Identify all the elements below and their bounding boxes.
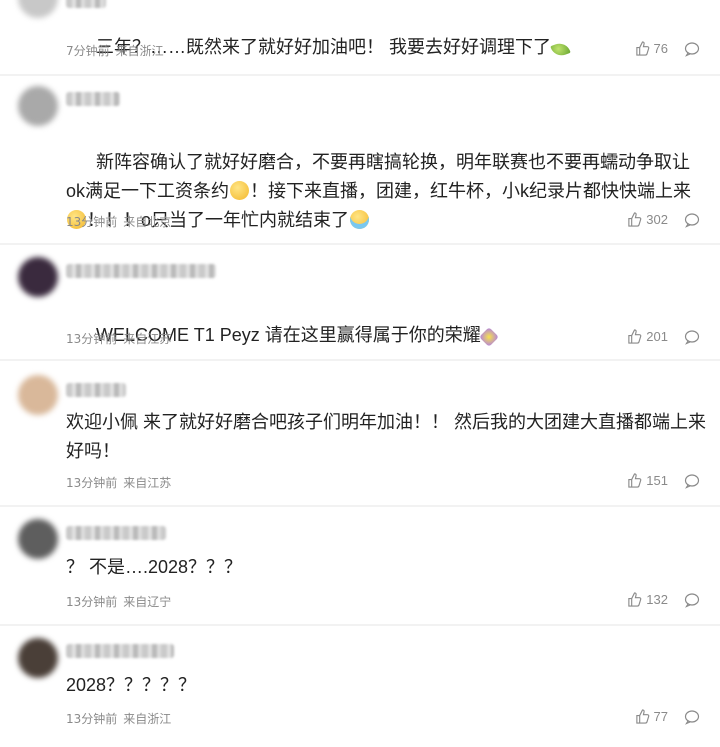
username[interactable]: [66, 383, 126, 397]
like-button[interactable]: 132: [627, 592, 668, 607]
reply-icon[interactable]: [684, 329, 700, 345]
thumbs-up-icon: [635, 709, 649, 724]
like-button[interactable]: 76: [635, 41, 668, 56]
like-button[interactable]: 151: [627, 473, 668, 488]
comment-time: 13分钟前: [66, 215, 118, 229]
avatar[interactable]: [18, 257, 58, 297]
thumbs-up-icon: [628, 473, 642, 488]
thumbs-up-icon: [628, 212, 642, 227]
reply-icon[interactable]: [684, 212, 700, 228]
reply-icon[interactable]: [684, 592, 700, 608]
reply-icon[interactable]: [684, 709, 700, 725]
comment-location: 来自辽宁: [123, 595, 172, 609]
comment-meta: 13分钟前 来自北京: [66, 213, 171, 230]
crying-emoji: [350, 210, 370, 229]
username[interactable]: [66, 92, 120, 106]
thumbs-up-icon: [635, 41, 649, 56]
comment-meta: 13分钟前 来自辽宁: [66, 593, 171, 610]
comment-time: 13分钟前: [66, 476, 118, 490]
comment-time: 13分钟前: [66, 332, 118, 346]
thumbs-up-icon: [628, 592, 642, 607]
avatar[interactable]: [18, 519, 58, 559]
comment-location: 来自浙江: [123, 712, 172, 726]
avatar[interactable]: [18, 638, 58, 678]
comment-item: 2028？？？？？ 13分钟前 来自浙江 77: [0, 626, 720, 747]
avatar[interactable]: [18, 0, 58, 18]
comment-text: 2028？？？？？: [66, 675, 197, 695]
like-count: 132: [646, 592, 668, 607]
comment-meta: 13分钟前 来自江苏: [66, 474, 171, 491]
comment-time: 7分钟前: [66, 44, 110, 58]
comment-location: 来自江苏: [123, 332, 172, 346]
comment-location: 来自北京: [123, 215, 172, 229]
comment-meta: 13分钟前 来自浙江: [66, 710, 171, 727]
comment-item: 欢迎小佩 来了就好好磨合吧孩子们明年加油！！ 然后我的大团建大直播都端上来好吗！…: [0, 361, 720, 505]
comment-meta: 13分钟前 来自江苏: [66, 330, 171, 347]
comment-text: 欢迎小佩 来了就好好磨合吧孩子们明年加油！！ 然后我的大团建大直播都端上来好吗！: [66, 412, 706, 461]
avatar[interactable]: [18, 86, 58, 126]
comment-item: WELCOME T1 Peyz 请在这里赢得属于你的荣耀 13分钟前 来自江苏 …: [0, 245, 720, 359]
comment-text: ？ 不是….2028？？？: [66, 557, 243, 577]
comment-time: 13分钟前: [66, 595, 118, 609]
comment-text: 新阵容确认了就好好磨合，不要再瞎搞轮换，明年联赛也不要再蠕动争取让ok满足一下工…: [66, 152, 692, 230]
avatar[interactable]: [18, 375, 58, 415]
like-button[interactable]: 77: [635, 709, 668, 724]
comment-item: 新阵容确认了就好好磨合，不要再瞎搞轮换，明年联赛也不要再蠕动争取让ok满足一下工…: [0, 76, 720, 243]
comment-meta: 7分钟前 来自浙江: [66, 42, 164, 59]
leaf-emoji: [550, 40, 571, 59]
comment-location: 来自浙江: [115, 44, 164, 58]
comment-item: 三年？……既然来了就好好加油吧！ 我要去好好调理下了 7分钟前 来自浙江 76: [0, 0, 720, 74]
comment-item: ？ 不是….2028？？？ 13分钟前 来自辽宁 132: [0, 507, 720, 624]
username[interactable]: [66, 526, 166, 540]
like-count: 201: [646, 329, 668, 344]
comment-list: 三年？……既然来了就好好加油吧！ 我要去好好调理下了 7分钟前 来自浙江 76 …: [0, 0, 720, 747]
reply-icon[interactable]: [684, 41, 700, 57]
like-count: 76: [653, 41, 668, 56]
like-count: 77: [653, 709, 668, 724]
username[interactable]: [66, 644, 174, 658]
comment-time: 13分钟前: [66, 712, 118, 726]
username[interactable]: [66, 264, 216, 278]
comment-location: 来自江苏: [123, 476, 172, 490]
like-count: 151: [646, 473, 668, 488]
like-button[interactable]: 201: [627, 329, 668, 344]
sparkle-emoji: [478, 327, 499, 347]
like-count: 302: [646, 212, 668, 227]
like-button[interactable]: 302: [627, 212, 668, 227]
grimace-emoji: [230, 181, 250, 200]
thumbs-up-icon: [628, 329, 642, 344]
reply-icon[interactable]: [684, 473, 700, 489]
